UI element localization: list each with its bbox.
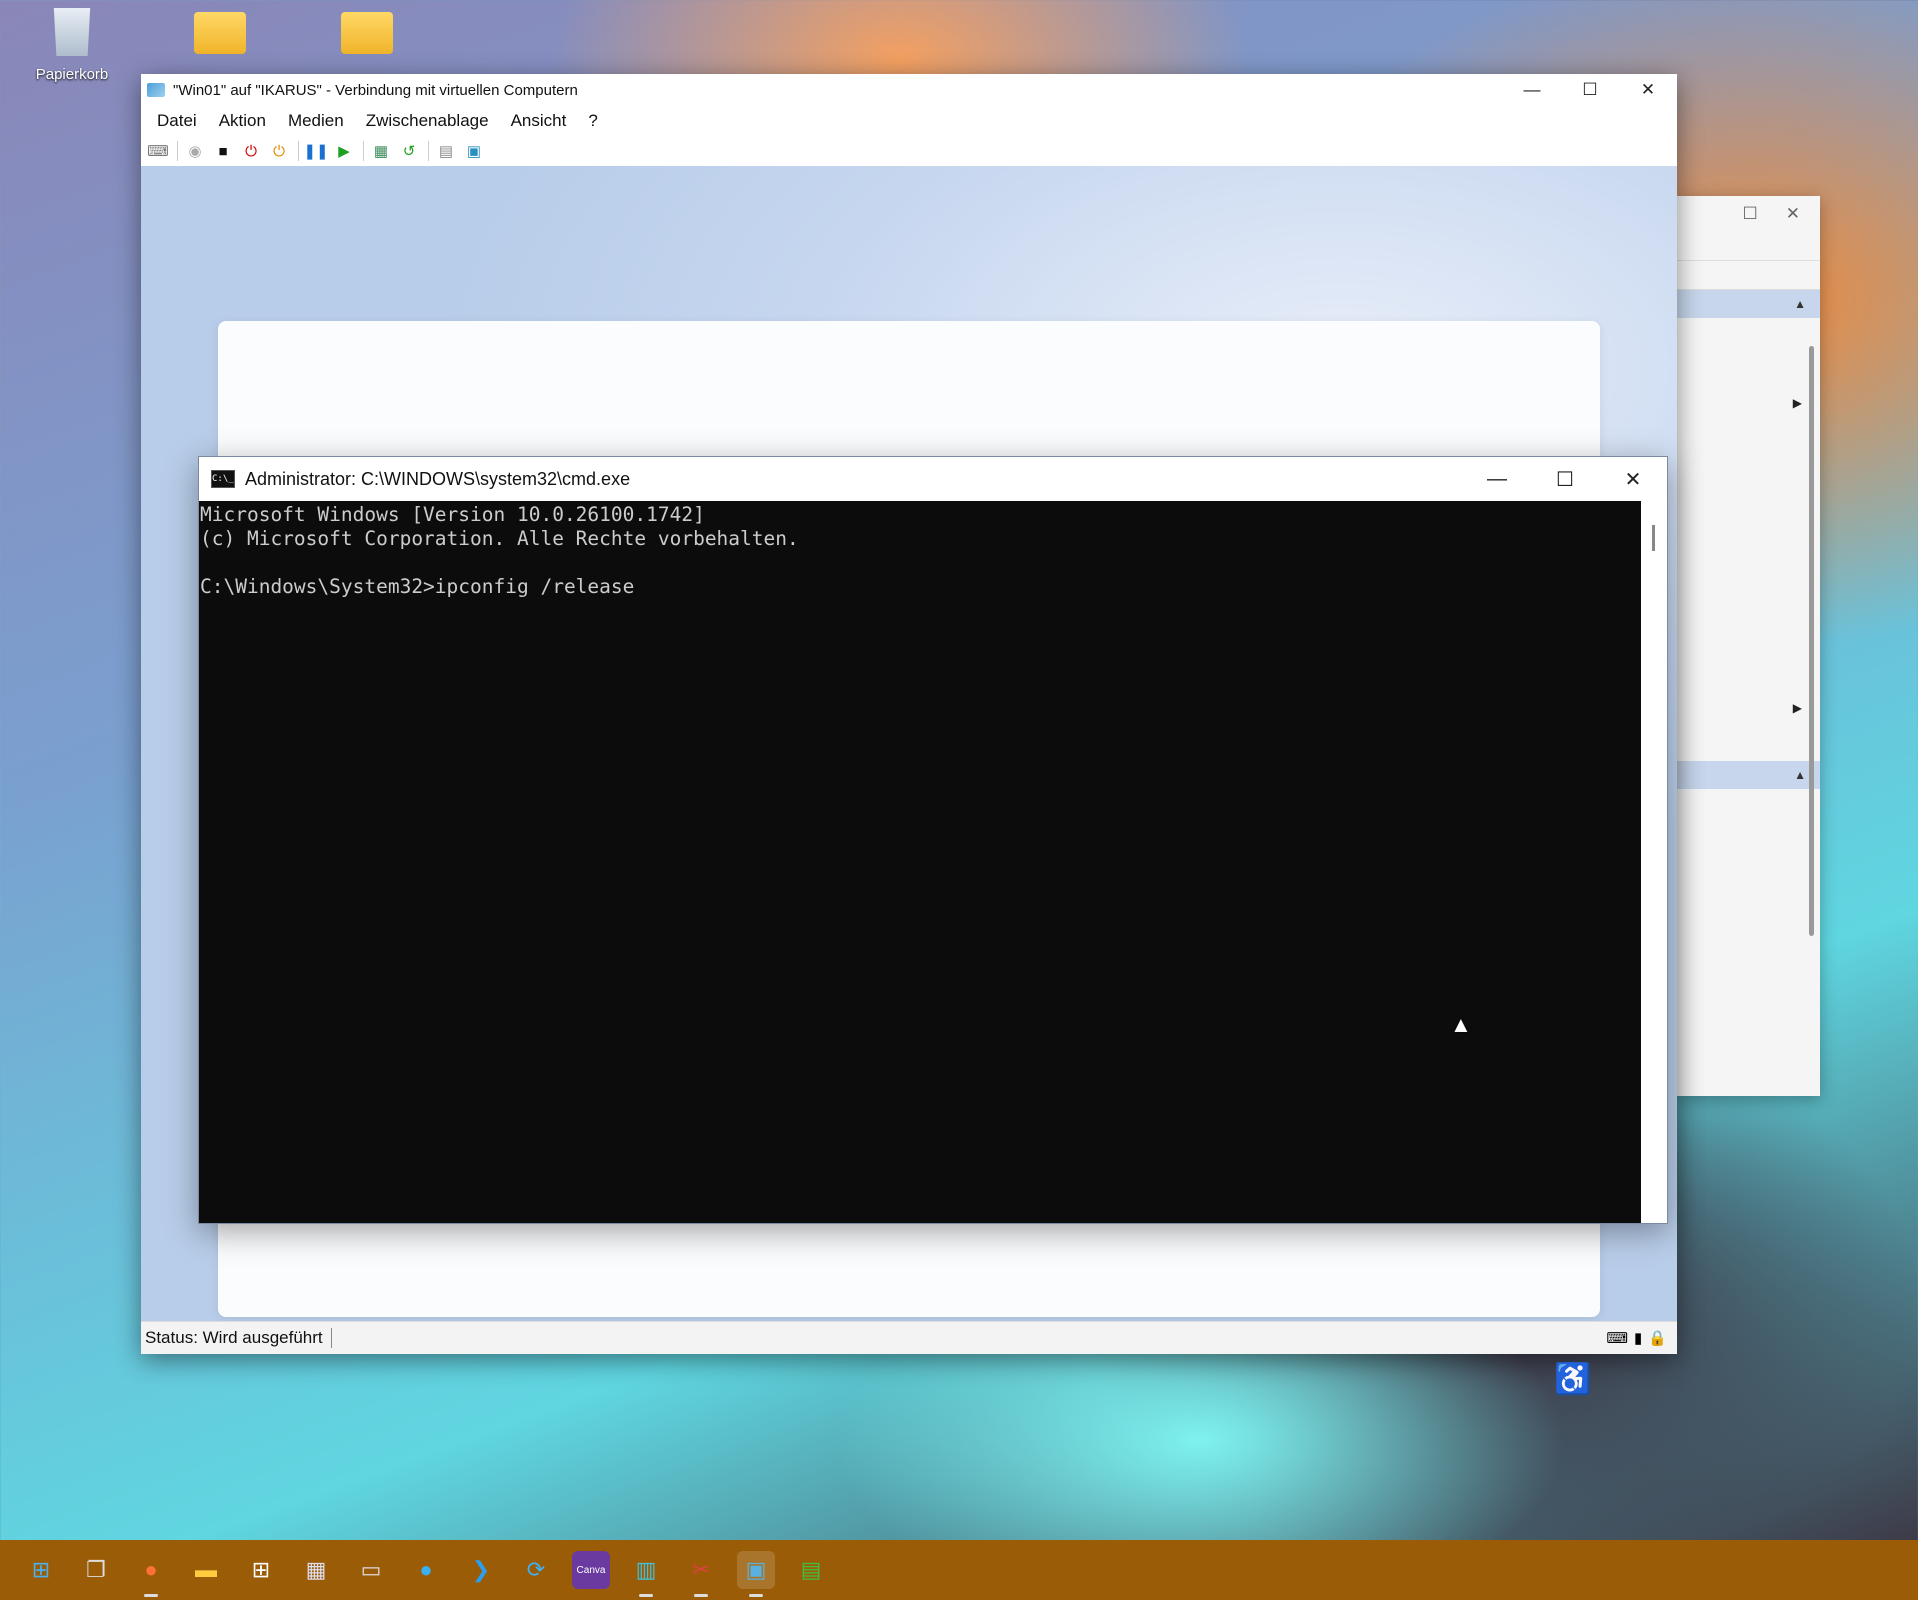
edge-icon[interactable]: ● bbox=[407, 1551, 445, 1589]
cmd-titlebar[interactable]: C:\_ Administrator: C:\WINDOWS\system32\… bbox=[199, 457, 1667, 501]
cmd-scrollbar-thumb[interactable] bbox=[1652, 525, 1655, 551]
pause-icon[interactable]: ❚❚ bbox=[303, 140, 328, 162]
vm-connection-window[interactable]: "Win01" auf "IKARUS" - Verbindung mit vi… bbox=[141, 74, 1677, 1396]
toolbar-separator bbox=[363, 141, 364, 161]
maximize-button[interactable]: ☐ bbox=[1561, 74, 1619, 106]
cmd-scrollbar[interactable] bbox=[1641, 501, 1667, 1223]
console-line: (c) Microsoft Corporation. Alle Rechte v… bbox=[200, 527, 799, 550]
vm-menu-bar: Datei Aktion Medien Zwischenablage Ansic… bbox=[141, 106, 1677, 136]
shut-down-icon[interactable]: ⏻ bbox=[240, 140, 262, 162]
toolbar-separator bbox=[177, 141, 178, 161]
desktop-icon-recycle-bin[interactable]: Papierkorb bbox=[22, 8, 122, 83]
background-section-header[interactable]: ▲ bbox=[1677, 290, 1820, 318]
menu-zwischenablage[interactable]: Zwischenablage bbox=[366, 111, 489, 131]
console-line: Microsoft Windows [Version 10.0.26100.17… bbox=[200, 503, 705, 526]
turn-off-icon[interactable]: ■ bbox=[212, 140, 234, 162]
canva-label: Canva bbox=[576, 1564, 606, 1576]
console-prompt-line: C:\Windows\System32>ipconfig /release bbox=[200, 575, 635, 598]
azure-icon[interactable]: ▥ bbox=[627, 1551, 665, 1597]
close-button[interactable]: ✕ bbox=[1619, 74, 1677, 106]
share-icon[interactable]: ▣ bbox=[463, 140, 485, 162]
menu-medien[interactable]: Medien bbox=[288, 111, 344, 131]
vm-window-title: "Win01" auf "IKARUS" - Verbindung mit vi… bbox=[173, 81, 578, 99]
mouse-cursor-icon: ▲ bbox=[1450, 1012, 1472, 1037]
collapse-icon[interactable]: ▲ bbox=[1794, 297, 1806, 311]
file-explorer-icon[interactable]: ▬ bbox=[187, 1551, 225, 1589]
vscode-icon[interactable]: ❯ bbox=[462, 1551, 500, 1589]
cmd-window[interactable]: C:\_ Administrator: C:\WINDOWS\system32\… bbox=[198, 456, 1668, 1224]
menu-help[interactable]: ? bbox=[588, 111, 597, 131]
revert-icon[interactable]: ↺ bbox=[398, 140, 420, 162]
vm-status-text: Status: Wird ausgeführt bbox=[141, 1328, 332, 1348]
checkpoint-icon[interactable]: ▦ bbox=[370, 140, 392, 162]
cmd-minimize-button[interactable]: — bbox=[1463, 457, 1531, 501]
background-section-header[interactable]: ▲ bbox=[1677, 761, 1820, 789]
cmd-close-button[interactable]: ✕ bbox=[1599, 457, 1667, 501]
vm-toolbar: ⌨ ◉ ■ ⏻ ⏻ ❚❚ ▶ ▦ ↺ ▤ ▣ bbox=[141, 136, 1677, 167]
collapse-icon[interactable]: ▲ bbox=[1794, 768, 1806, 782]
menu-datei[interactable]: Datei bbox=[157, 111, 197, 131]
cmd-console[interactable]: Microsoft Windows [Version 10.0.26100.17… bbox=[199, 501, 1641, 1223]
close-icon[interactable]: ✕ bbox=[1786, 204, 1800, 224]
canva-icon[interactable]: Canva bbox=[572, 1551, 610, 1589]
menu-aktion[interactable]: Aktion bbox=[219, 111, 266, 131]
vm-status-bar: Status: Wird ausgeführt ⌨ ▮ 🔒 bbox=[141, 1321, 1677, 1354]
hyper-v-icon[interactable]: ▣ bbox=[737, 1551, 775, 1597]
menu-ansicht[interactable]: Ansicht bbox=[511, 111, 567, 131]
enhanced-session-icon[interactable]: ▤ bbox=[435, 140, 457, 162]
toolbar-separator bbox=[298, 141, 299, 161]
folder-icon bbox=[341, 12, 393, 54]
background-window-titlebar: ☐ ✕ bbox=[1677, 196, 1820, 232]
firefox-icon[interactable]: ● bbox=[132, 1551, 170, 1597]
start-icon[interactable]: ⊞ bbox=[22, 1551, 60, 1589]
expand-arrow-icon[interactable]: ▶ bbox=[1793, 701, 1802, 715]
taskbar: ⊞ ❐ ● ▬ ⊞ ▦ ▭ ● ❯ ⟳ Canva ▥ ✂ ▣ ▤ bbox=[0, 1540, 1918, 1600]
lock-icon: 🔒 bbox=[1648, 1330, 1667, 1347]
minimize-button[interactable]: — bbox=[1503, 74, 1561, 106]
cmd-app-icon: C:\_ bbox=[211, 470, 235, 488]
folder-user-icon bbox=[194, 12, 246, 54]
background-row bbox=[1677, 232, 1820, 261]
vm-window-titlebar[interactable]: "Win01" auf "IKARUS" - Verbindung mit vi… bbox=[141, 74, 1677, 106]
desktop-icon-folder[interactable] bbox=[317, 12, 417, 54]
recycle-bin-icon bbox=[53, 8, 91, 56]
calendar-icon[interactable]: ▦ bbox=[297, 1551, 335, 1589]
desktop-icon-user-folder[interactable] bbox=[170, 12, 270, 54]
background-row bbox=[1677, 261, 1820, 290]
status-icons: ⌨ ▮ 🔒 bbox=[1606, 1329, 1677, 1347]
terminal-icon[interactable]: ▭ bbox=[352, 1551, 390, 1589]
cmd-window-title: Administrator: C:\WINDOWS\system32\cmd.e… bbox=[245, 468, 631, 489]
desktop-icon-label: Papierkorb bbox=[35, 66, 109, 83]
vm-display[interactable]: C:\_ Administrator: C:\WINDOWS\system32\… bbox=[141, 166, 1677, 1396]
save-icon[interactable]: ⏻ bbox=[268, 140, 290, 162]
mouse-icon: ▮ bbox=[1634, 1330, 1643, 1347]
store-icon[interactable]: ⊞ bbox=[242, 1551, 280, 1589]
start-icon[interactable]: ◉ bbox=[184, 140, 206, 162]
resume-icon[interactable]: ▶ bbox=[333, 140, 355, 162]
cmd-maximize-button[interactable]: ☐ bbox=[1531, 457, 1599, 501]
toolbar-separator bbox=[428, 141, 429, 161]
accessibility-icon[interactable]: ♿ bbox=[1554, 1362, 1591, 1397]
sync-icon[interactable]: ⟳ bbox=[517, 1551, 555, 1589]
ctrl-alt-del-icon[interactable]: ⌨ bbox=[147, 140, 169, 162]
background-scrollbar[interactable] bbox=[1809, 346, 1814, 936]
snipping-tool-icon[interactable]: ✂ bbox=[682, 1551, 720, 1597]
background-window[interactable]: ☐ ✕ ▲ ▶ ▶ ▲ bbox=[1677, 196, 1820, 1096]
keyboard-icon: ⌨ bbox=[1606, 1330, 1629, 1347]
vm-connection-app-icon bbox=[147, 83, 165, 97]
task-view-icon[interactable]: ❐ bbox=[77, 1551, 115, 1589]
expand-arrow-icon[interactable]: ▶ bbox=[1793, 396, 1802, 410]
maximize-icon[interactable]: ☐ bbox=[1743, 204, 1758, 224]
spreadsheet-icon[interactable]: ▤ bbox=[792, 1551, 830, 1589]
